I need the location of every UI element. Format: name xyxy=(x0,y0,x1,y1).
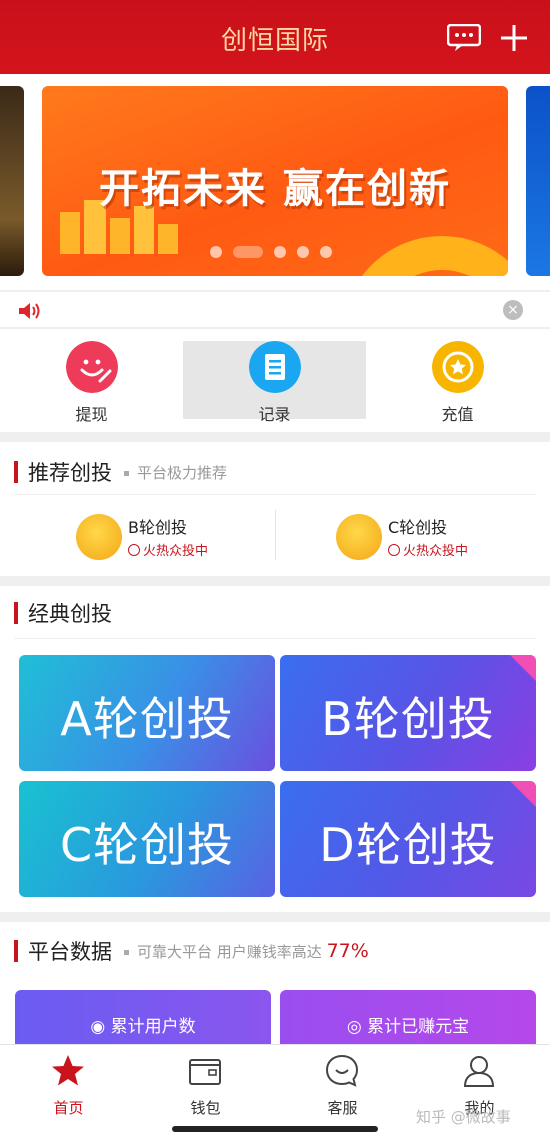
stat-earned-card[interactable]: ◎ 累计已赚元宝 xyxy=(280,990,536,1050)
corner-decoration xyxy=(510,655,536,681)
card-b-round[interactable]: B轮创投 xyxy=(280,655,536,771)
home-indicator xyxy=(172,1126,378,1132)
card-d-round[interactable]: D轮创投 xyxy=(280,781,536,897)
corner-decoration xyxy=(510,781,536,807)
notice-bar: × xyxy=(0,291,550,327)
platform-title: 平台数据 xyxy=(28,940,112,964)
recommend-title: 推荐创投 xyxy=(28,461,112,485)
mascot-icon xyxy=(76,514,122,560)
mascot-icon xyxy=(336,514,382,560)
plus-icon[interactable] xyxy=(500,24,528,52)
section-marker xyxy=(14,461,18,483)
banner-decoration xyxy=(342,236,508,276)
card-label: D轮创投 xyxy=(319,818,497,872)
card-a-round[interactable]: A轮创投 xyxy=(19,655,275,771)
classic-header: 经典创投 xyxy=(14,586,112,640)
star-icon xyxy=(52,1055,84,1086)
carousel-dot[interactable] xyxy=(320,246,332,258)
records-label: 记录 xyxy=(258,405,291,424)
tab-label: 客服 xyxy=(327,1099,358,1117)
classic-title: 经典创投 xyxy=(28,602,112,626)
message-icon[interactable] xyxy=(447,24,481,52)
recommend-subtitle: 平台极力推荐 xyxy=(137,463,228,482)
carousel-dot[interactable] xyxy=(297,246,309,258)
tab-label: 首页 xyxy=(53,1099,84,1117)
tab-home[interactable]: 首页 xyxy=(0,1045,137,1140)
watermark: 知乎 @微故事 xyxy=(416,1108,511,1126)
prev-banner-peek[interactable] xyxy=(0,86,24,276)
withdraw-button[interactable]: 提现 xyxy=(0,329,183,433)
next-banner-peek[interactable] xyxy=(526,86,550,276)
user-icon xyxy=(463,1056,495,1087)
stat-users-card[interactable]: ◉ 累计用户数 xyxy=(15,990,271,1050)
platform-subtitle-wrap: 可靠大平台 用户赚钱率高达 77% xyxy=(124,940,369,962)
ingot-icon: ◎ xyxy=(346,1017,368,1037)
clock-icon xyxy=(128,544,140,556)
app-header: 创恒国际 xyxy=(0,0,550,74)
divider xyxy=(275,510,276,560)
close-icon[interactable]: × xyxy=(503,300,523,320)
card-c-round[interactable]: C轮创投 xyxy=(19,781,275,897)
platform-rate: 77% xyxy=(326,940,369,962)
recommend-header: 推荐创投 平台极力推荐 xyxy=(14,442,227,502)
banner-text: 开拓未来 赢在创新 xyxy=(99,166,451,212)
divider xyxy=(14,638,536,639)
stat-users: ◉ 累计用户数 xyxy=(90,1017,196,1037)
banner-carousel[interactable]: 开拓未来 赢在创新 xyxy=(0,74,550,290)
carousel-dots xyxy=(210,246,332,258)
carousel-dot[interactable] xyxy=(210,246,222,258)
smile-pen-icon xyxy=(66,341,118,393)
card-label: C轮创投 xyxy=(59,818,235,872)
card-label: B轮创投 xyxy=(321,692,495,746)
section-marker xyxy=(14,940,18,962)
star-icon xyxy=(432,341,484,393)
stat-earned: ◎ 累计已赚元宝 xyxy=(346,1017,470,1037)
section-marker xyxy=(14,602,18,624)
clock-icon xyxy=(388,544,400,556)
classic-section: 经典创投 A轮创投 B轮创投 C轮创投 D轮创投 xyxy=(0,586,550,912)
withdraw-label: 提现 xyxy=(75,405,108,424)
speaker-icon xyxy=(19,303,40,319)
recommend-subtitle-wrap: 平台极力推荐 xyxy=(124,462,227,483)
recommend-item-status: 火热众投中 xyxy=(128,540,208,559)
records-button[interactable]: 记录 xyxy=(183,341,366,424)
recommend-item-name: B轮创投 xyxy=(128,518,187,537)
carousel-dot[interactable] xyxy=(274,246,286,258)
quick-actions: 提现 记录 充值 xyxy=(0,328,550,432)
divider xyxy=(14,494,536,495)
app-screen: 创恒国际 开拓未来 赢在创新 × 提现 记录 充值 推荐创投 平台极力推荐 B轮… xyxy=(0,0,550,1140)
platform-subtitle: 可靠大平台 用户赚钱率高达 xyxy=(137,943,322,961)
card-label: A轮创投 xyxy=(60,692,234,746)
user-circle-icon: ◉ xyxy=(90,1017,111,1037)
recharge-button[interactable]: 充值 xyxy=(366,329,549,433)
document-icon xyxy=(249,341,301,393)
platform-header: 平台数据 可靠大平台 用户赚钱率高达 77% xyxy=(14,922,369,980)
chat-icon xyxy=(325,1054,359,1087)
recommend-item-name: C轮创投 xyxy=(388,518,448,537)
recommend-item-status: 火热众投中 xyxy=(388,540,468,559)
wallet-icon xyxy=(189,1059,221,1085)
carousel-dot-active[interactable] xyxy=(233,246,263,258)
tab-label: 钱包 xyxy=(190,1099,221,1117)
recommend-section: 推荐创投 平台极力推荐 B轮创投 火热众投中 C轮创投 火热众投中 xyxy=(0,442,550,576)
recharge-label: 充值 xyxy=(441,405,474,424)
